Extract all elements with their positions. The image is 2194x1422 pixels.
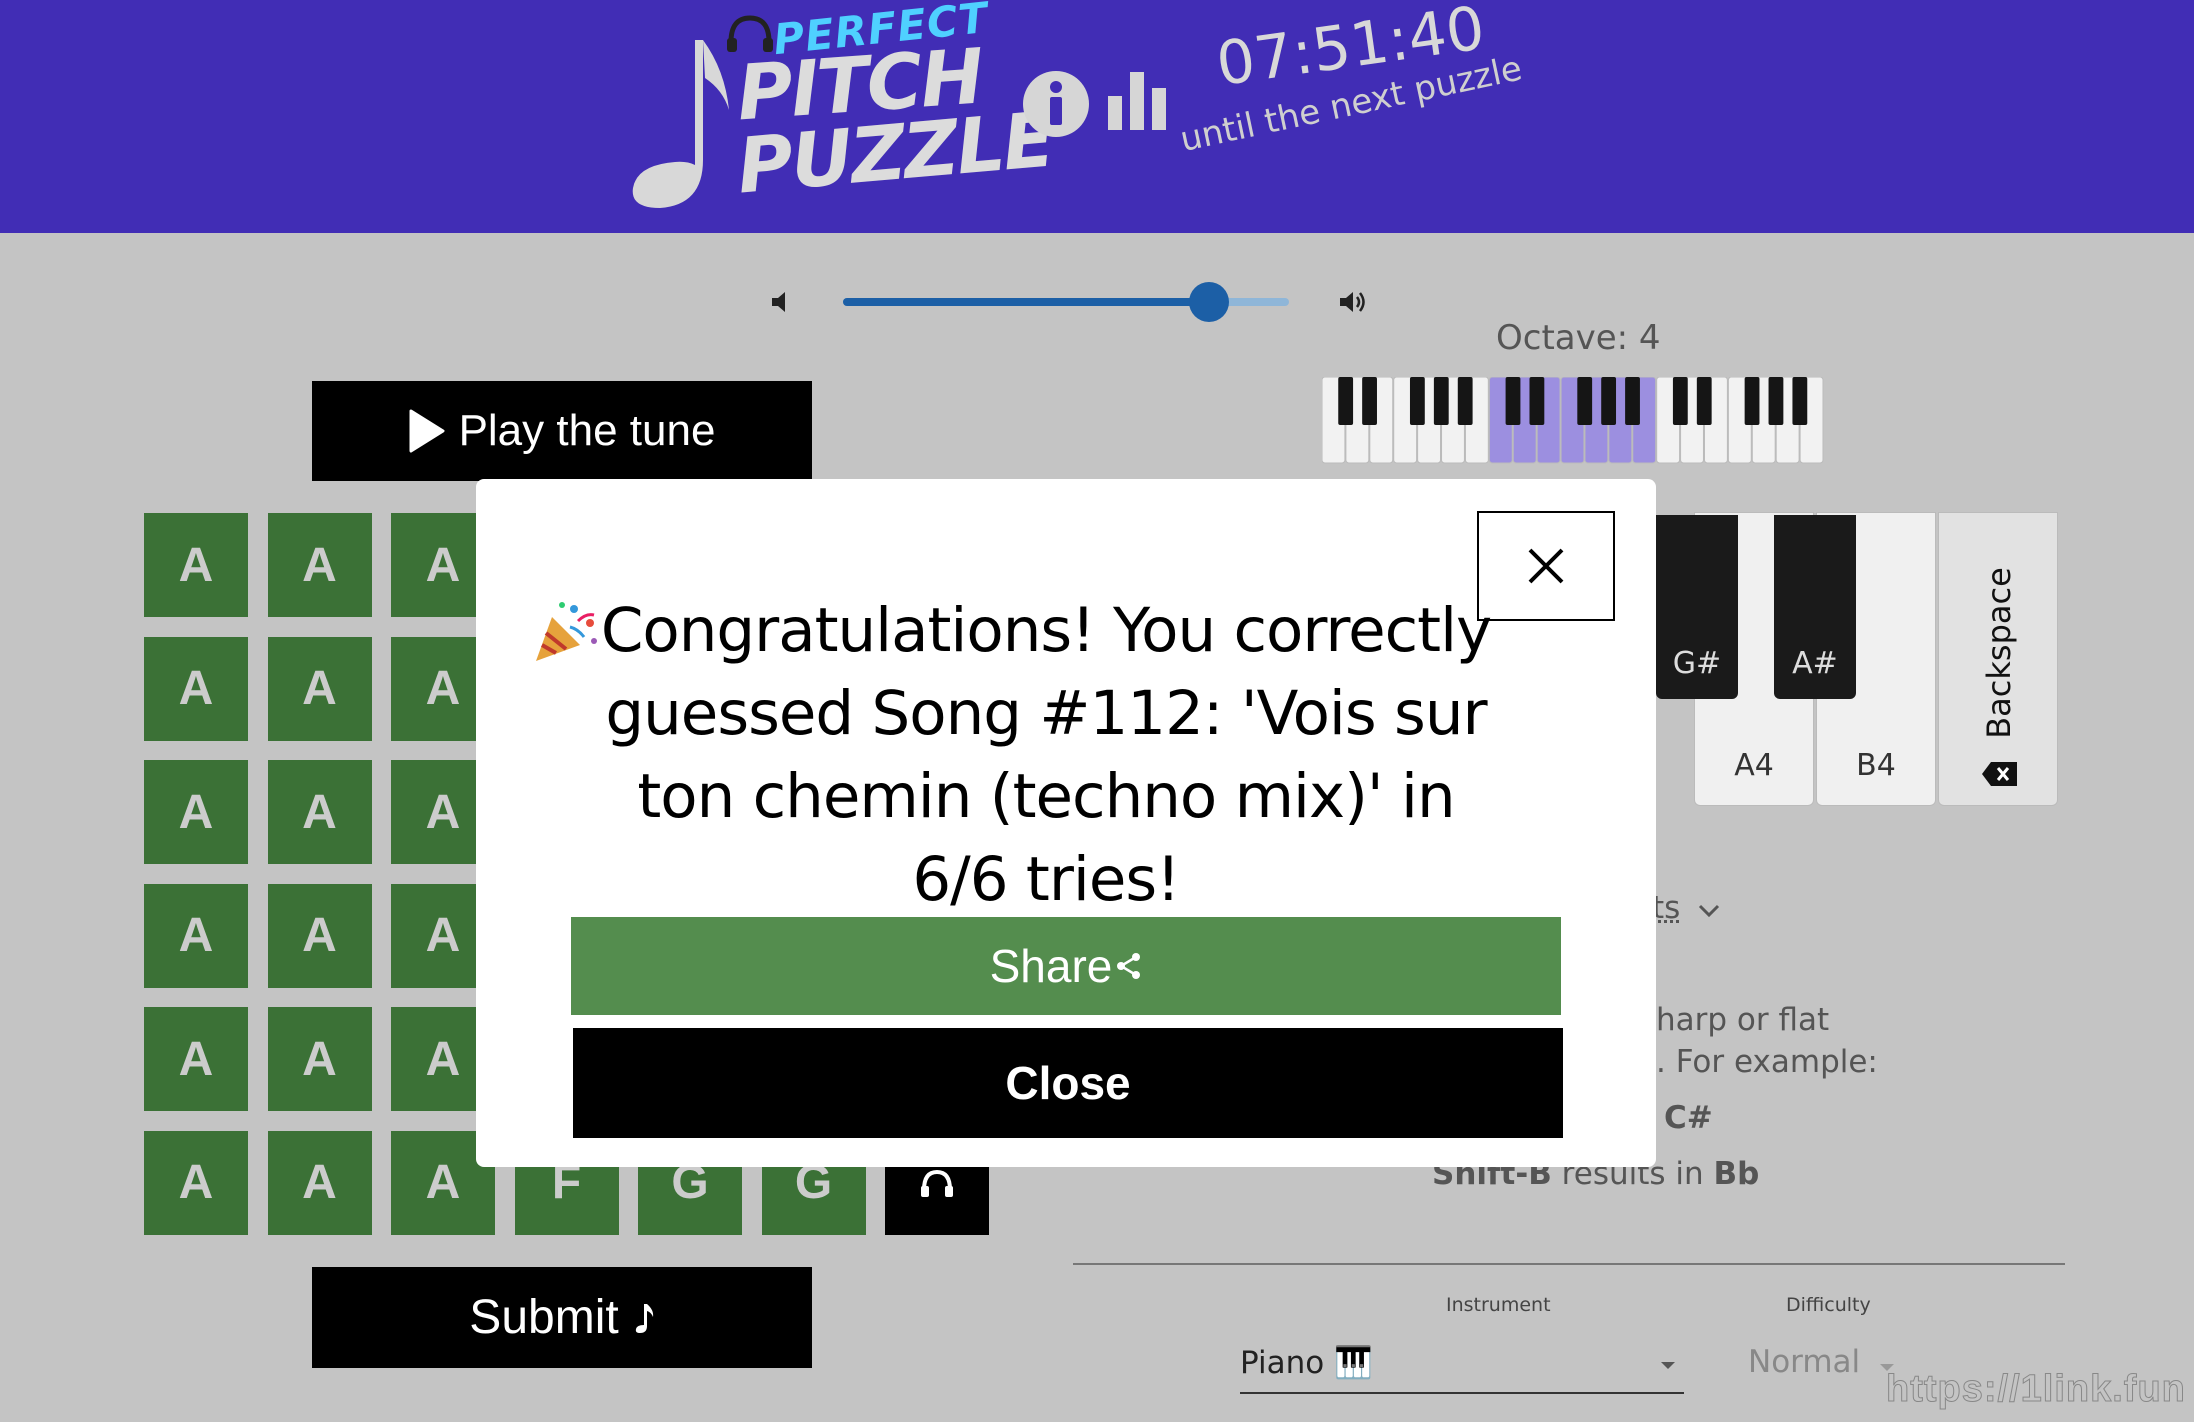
header-bar: PERFECT PITCH PUZZLE 07:51:40 until the …	[0, 0, 2194, 233]
share-label: Share	[989, 940, 1113, 992]
settings-divider	[1073, 1263, 2065, 1265]
mini-black-key[interactable]	[1505, 377, 1521, 425]
dialog-close-button[interactable]	[1477, 511, 1615, 621]
guess-tile: A	[144, 1007, 248, 1111]
guess-tile: A	[144, 513, 248, 617]
guess-tile: A	[144, 1130, 248, 1235]
backspace-key[interactable]: Backspace	[1938, 512, 2058, 806]
guess-tile: A	[144, 883, 248, 988]
key-label-g-sharp: G#	[1672, 646, 1722, 681]
volume-slider-fill	[843, 298, 1209, 306]
congratulations-message: Congratulations! You correctly guessed S…	[600, 595, 1492, 915]
close-icon	[1528, 548, 1564, 584]
octave-label: Octave: 4	[1496, 318, 1661, 358]
mini-black-key[interactable]	[1362, 377, 1377, 425]
volume-slider-thumb[interactable]	[1188, 282, 1229, 322]
keyboard-shortcuts-toggle[interactable]: ts	[1652, 890, 1720, 926]
mini-black-key[interactable]	[1338, 377, 1354, 425]
mini-black-key[interactable]	[1409, 377, 1425, 425]
share-button[interactable]: Share	[571, 917, 1561, 1015]
music-note-icon	[635, 1303, 653, 1333]
mini-black-key[interactable]	[1744, 377, 1760, 425]
mini-black-key[interactable]	[1577, 377, 1593, 425]
play-tune-button[interactable]: Play the tune	[312, 381, 812, 481]
app-logo[interactable]: PERFECT PITCH PUZZLE	[625, 0, 1056, 220]
info-icon[interactable]	[1022, 70, 1090, 138]
help-result: Bb	[1713, 1156, 1760, 1192]
black-key-a-sharp[interactable]: A#	[1774, 515, 1856, 699]
guess-tile: A	[267, 513, 372, 617]
guess-tile: A	[267, 1007, 372, 1111]
mini-black-key[interactable]	[1768, 377, 1784, 425]
mini-black-key[interactable]	[1625, 377, 1640, 425]
guess-tile: A	[144, 760, 248, 864]
submit-button[interactable]: Submit	[312, 1267, 812, 1368]
guess-tile: A	[144, 636, 248, 741]
guess-tile: A	[267, 883, 372, 988]
backspace-label: Backspace	[1980, 567, 2018, 739]
guess-tile: A	[267, 760, 372, 864]
share-icon	[1117, 953, 1141, 979]
key-label-b4: B4	[1856, 748, 1896, 783]
help-text-line: . For example:	[1656, 1044, 1878, 1080]
close-button[interactable]: Close	[573, 1028, 1563, 1138]
mini-black-key[interactable]	[1529, 377, 1545, 425]
black-key-g-sharp[interactable]: G#	[1656, 515, 1738, 699]
mini-black-key[interactable]	[1433, 377, 1449, 425]
bar-chart-icon[interactable]	[1108, 72, 1166, 130]
instrument-underline	[1240, 1392, 1684, 1394]
congratulations-dialog: Congratulations! You correctly guessed S…	[476, 479, 1656, 1167]
instrument-caret-icon	[1661, 1362, 1675, 1369]
guess-tile: A	[267, 1130, 372, 1235]
mini-black-key[interactable]	[1672, 377, 1688, 425]
help-text-line: harp or flat	[1656, 1002, 1830, 1038]
help-text-line: C#	[1664, 1100, 1713, 1136]
difficulty-value: Normal	[1748, 1344, 1861, 1380]
mini-black-key[interactable]	[1696, 377, 1712, 425]
volume-slider[interactable]	[843, 282, 1289, 322]
volume-low-icon[interactable]	[770, 290, 792, 314]
submit-label: Submit	[469, 1291, 619, 1344]
mini-black-key[interactable]	[1792, 377, 1808, 425]
guess-tile: A	[267, 636, 372, 741]
key-label-a4: A4	[1734, 748, 1774, 783]
mini-black-key[interactable]	[1457, 377, 1473, 425]
mini-black-key[interactable]	[1601, 377, 1617, 425]
play-tune-label: Play the tune	[458, 406, 716, 455]
shortcuts-toggle-label: ts	[1652, 890, 1681, 926]
headphones-icon	[921, 1169, 953, 1197]
party-popper-icon	[536, 602, 597, 661]
octave-selector-piano[interactable]	[1322, 377, 1824, 464]
play-icon	[409, 409, 445, 453]
volume-high-icon[interactable]	[1338, 289, 1366, 315]
close-label: Close	[1005, 1057, 1131, 1109]
music-note-logo-icon	[632, 40, 729, 208]
difficulty-label: Difficulty	[1786, 1294, 1871, 1316]
backspace-icon	[1982, 762, 2017, 786]
instrument-value: Piano 🎹	[1240, 1345, 1373, 1381]
key-label-a-sharp: A#	[1792, 646, 1838, 681]
chevron-down-icon	[1699, 904, 1720, 918]
watermark: https://1link.fun	[1886, 1368, 2186, 1411]
instrument-label: Instrument	[1446, 1294, 1551, 1316]
